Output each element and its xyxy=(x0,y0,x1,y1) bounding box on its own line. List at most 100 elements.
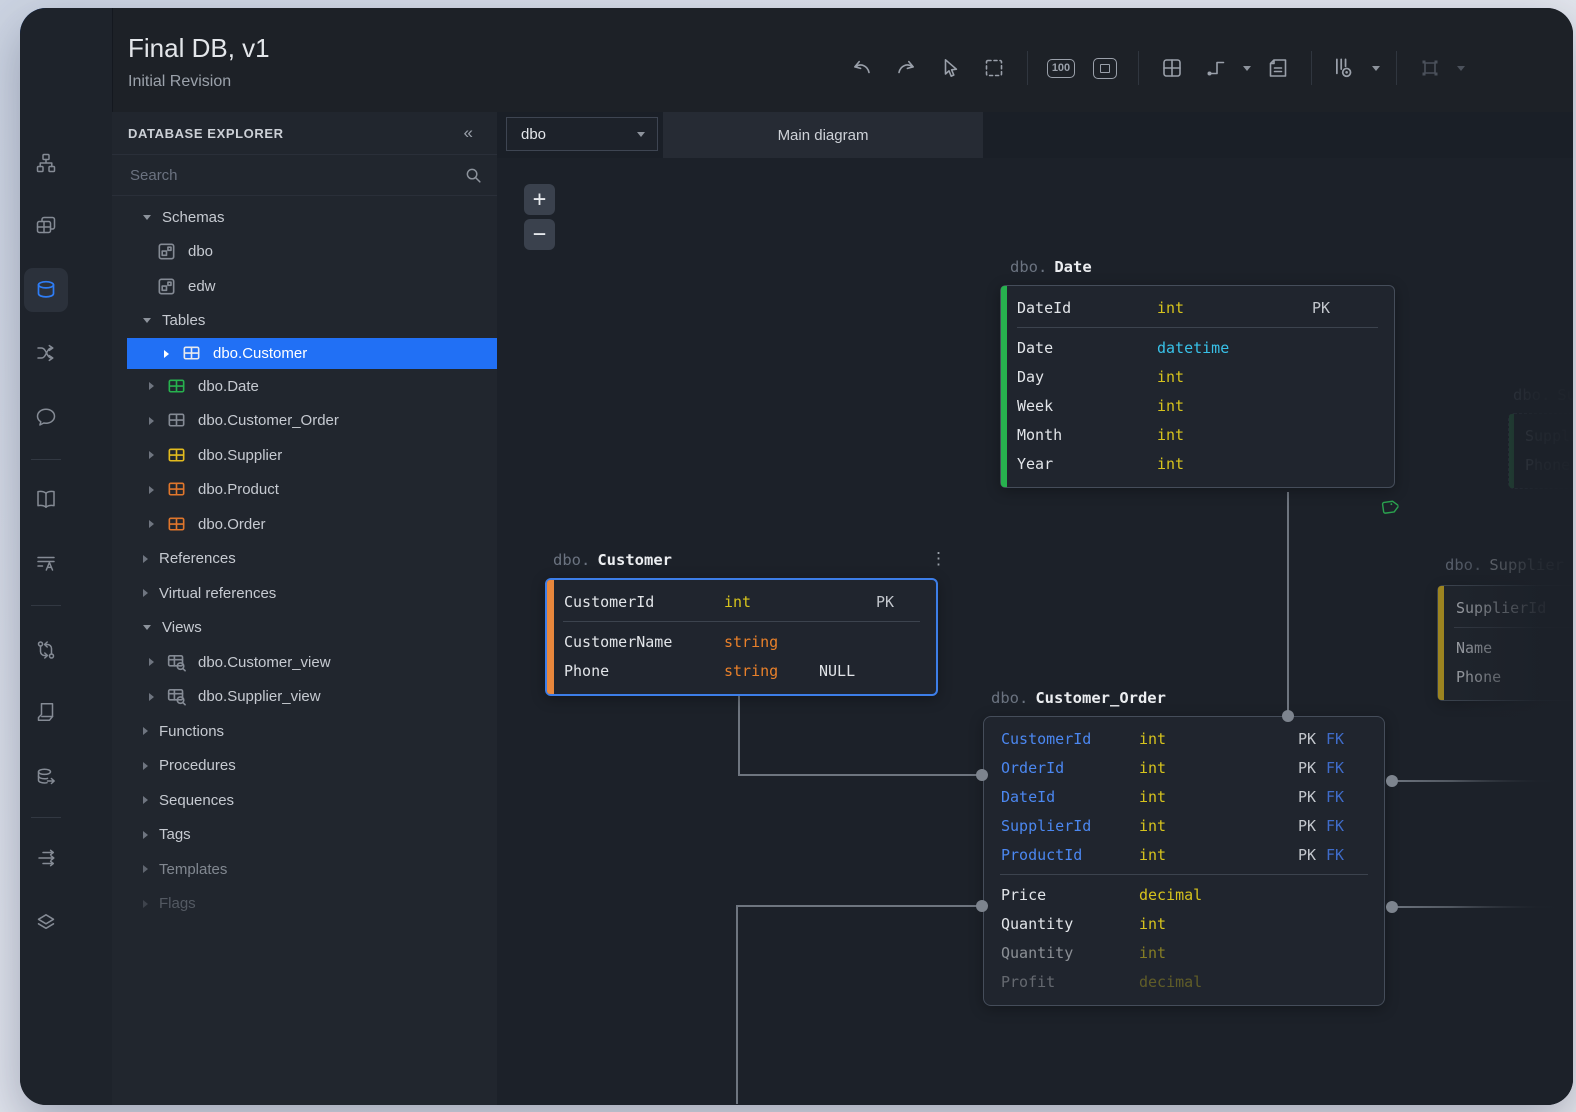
column-row[interactable]: SupplierId int PK FK xyxy=(984,811,1384,840)
diagram-table-customer-order[interactable]: CustomerId int PK FK OrderId int PK FK DateId i… xyxy=(983,716,1385,1006)
display-options-button[interactable] xyxy=(1328,51,1362,85)
tree-schema-dbo[interactable]: dbo xyxy=(112,235,497,270)
tree-label: Views xyxy=(162,619,202,637)
nav-diagrams[interactable] xyxy=(20,141,92,185)
tree-group-functions[interactable]: Functions xyxy=(112,714,497,749)
column-row[interactable]: Date datetime xyxy=(1001,333,1394,362)
tree-table-dbo-order[interactable]: dbo.Order xyxy=(112,507,497,542)
table-title-customer[interactable]: dbo. Customer xyxy=(553,551,672,569)
zoom-out-button[interactable]: − xyxy=(524,219,555,250)
marquee-select-button[interactable] xyxy=(977,51,1011,85)
nav-comments[interactable] xyxy=(20,395,92,439)
nav-naming-conventions[interactable] xyxy=(20,541,92,585)
zoom-in-button[interactable]: + xyxy=(524,184,555,215)
nav-layers[interactable] xyxy=(20,900,92,944)
tree-label: dbo.Customer xyxy=(213,345,308,362)
relationship-line-bottom[interactable] xyxy=(736,905,982,907)
table-title-date[interactable]: dbo. Date xyxy=(1010,258,1092,276)
column-row[interactable]: Profit decimal xyxy=(984,967,1384,996)
tree-group-views[interactable]: Views xyxy=(112,611,497,646)
tab-main-diagram[interactable]: Main diagram xyxy=(663,112,983,158)
table-title-customer-order[interactable]: dbo. Customer_Order xyxy=(991,689,1166,707)
tree-group-tags[interactable]: Tags xyxy=(112,818,497,853)
column-row[interactable]: ProductId int PK FK xyxy=(984,840,1384,869)
column-row[interactable]: CustomerName string xyxy=(547,627,936,656)
relationship-line-customer-customer-order[interactable] xyxy=(738,774,982,776)
nav-compare-revisions[interactable] xyxy=(20,628,92,672)
column-row[interactable]: CustomerId int PK xyxy=(547,587,936,616)
revision-subtitle[interactable]: Initial Revision xyxy=(128,73,231,91)
relationship-line-customer-customer-order[interactable] xyxy=(738,695,740,775)
tree-label: dbo xyxy=(188,243,214,261)
project-title[interactable]: Final DB, v1 xyxy=(128,33,270,64)
tree-group-virtual-references[interactable]: Virtual references xyxy=(112,576,497,611)
table-menu-customer[interactable]: ⋮ xyxy=(922,549,947,569)
add-note-button[interactable] xyxy=(1261,51,1295,85)
caret-right-icon xyxy=(143,589,148,598)
tree-group-procedures[interactable]: Procedures xyxy=(112,749,497,784)
tree-group-schemas[interactable]: Schemas xyxy=(112,200,497,235)
nav-subject-areas[interactable] xyxy=(20,204,92,248)
nav-deploy[interactable] xyxy=(20,836,92,880)
tree-label: Tables xyxy=(162,312,206,330)
tree-label: Virtual references xyxy=(159,584,277,602)
schema-icon xyxy=(155,241,177,263)
tree-table-dbo-date[interactable]: dbo.Date xyxy=(112,369,497,404)
nav-virtual-relations[interactable] xyxy=(20,331,92,375)
kebab-menu-icon[interactable]: ⋮ xyxy=(930,549,947,569)
add-table-button[interactable] xyxy=(1155,51,1189,85)
nav-documentation[interactable] xyxy=(20,477,92,521)
connector-dropdown-caret[interactable] xyxy=(1243,65,1251,71)
tree-label: dbo.Order xyxy=(198,515,266,533)
collapse-panel-icon[interactable]: « xyxy=(464,123,473,143)
tag-icon[interactable] xyxy=(1378,497,1400,523)
relationship-line-date-customer-order[interactable] xyxy=(1287,492,1289,716)
column-row[interactable]: DateId int PK xyxy=(1001,293,1394,322)
display-options-caret[interactable] xyxy=(1372,65,1380,71)
column-row[interactable]: OrderId int PK FK xyxy=(984,753,1384,782)
column-row[interactable]: Price decimal xyxy=(984,880,1384,909)
tree-view-dbo-customer-view[interactable]: dbo.Customer_view xyxy=(112,645,497,680)
caret-down-icon xyxy=(143,214,151,220)
tree-group-flags[interactable]: Flags xyxy=(112,887,497,922)
tree-label: dbo.Product xyxy=(198,481,279,499)
nav-database-explorer[interactable] xyxy=(24,268,68,312)
tree-group-tables[interactable]: Tables xyxy=(112,304,497,339)
pointer-tool-button[interactable] xyxy=(933,51,967,85)
column-row[interactable]: CustomerId int PK FK xyxy=(984,724,1384,753)
connector-endpoint xyxy=(1386,775,1398,787)
table-icon xyxy=(165,375,187,397)
nav-forward-engineer[interactable] xyxy=(20,755,92,799)
tree-group-sequences[interactable]: Sequences xyxy=(112,783,497,818)
tree-group-references[interactable]: References xyxy=(112,542,497,577)
compare-icon xyxy=(37,641,55,659)
column-row[interactable]: Quantity int xyxy=(984,938,1384,967)
search-input[interactable] xyxy=(128,165,463,185)
column-row[interactable]: Quantity int xyxy=(984,909,1384,938)
column-row[interactable]: Phone string NULL xyxy=(547,656,936,685)
tree-schema-edw[interactable]: edw xyxy=(112,269,497,304)
undo-button[interactable] xyxy=(845,51,879,85)
tree-table-dbo-customer-order[interactable]: dbo.Customer_Order xyxy=(112,404,497,439)
tree-table-dbo-customer[interactable]: dbo.Customer xyxy=(127,338,497,369)
zoom-level-button[interactable]: 100 xyxy=(1044,51,1078,85)
app-window: SqlDBM® Final DB, v1 Initial Revision 10… xyxy=(20,8,1573,1105)
relationship-line-bottom[interactable] xyxy=(736,906,738,1104)
tree-group-templates[interactable]: Templates xyxy=(112,852,497,887)
schema-selector[interactable]: dbo xyxy=(506,117,658,151)
nav-flags-pages[interactable] xyxy=(20,690,92,734)
tree-table-dbo-supplier[interactable]: dbo.Supplier xyxy=(112,438,497,473)
tree-view-dbo-supplier-view[interactable]: dbo.Supplier_view xyxy=(112,680,497,715)
column-row[interactable]: Month int xyxy=(1001,420,1394,449)
add-relationship-button[interactable] xyxy=(1199,51,1233,85)
diagram-table-date[interactable]: DateId int PK Date datetime Day int Week int … xyxy=(1000,285,1395,488)
column-row[interactable]: Week int xyxy=(1001,391,1394,420)
redo-button[interactable] xyxy=(889,51,923,85)
column-row[interactable]: Year int xyxy=(1001,449,1394,478)
column-row[interactable]: DateId int PK FK xyxy=(984,782,1384,811)
column-row[interactable]: Day int xyxy=(1001,362,1394,391)
fit-screen-icon xyxy=(1093,57,1117,79)
diagram-table-customer[interactable]: CustomerId int PK CustomerName string Phone… xyxy=(545,578,938,696)
tree-table-dbo-product[interactable]: dbo.Product xyxy=(112,473,497,508)
fit-to-screen-button[interactable] xyxy=(1088,51,1122,85)
